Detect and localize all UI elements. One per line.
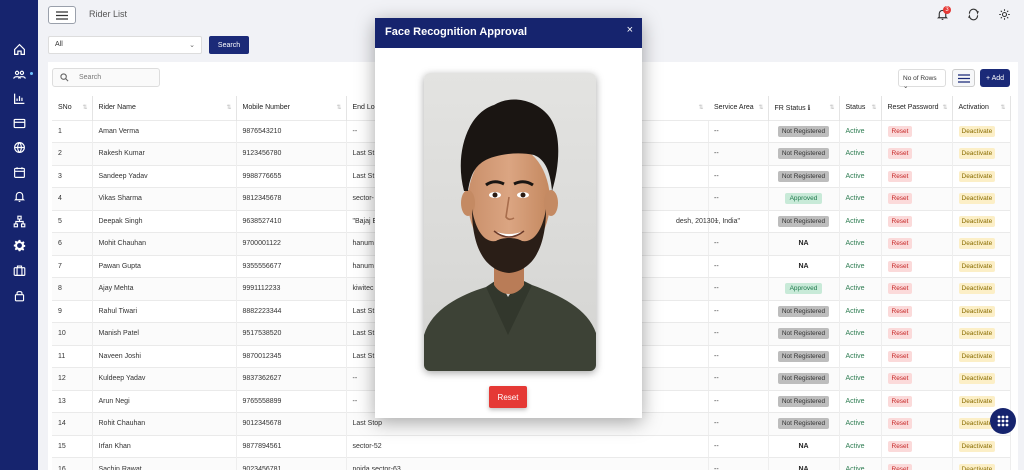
reset-face-button[interactable]: Reset — [489, 386, 527, 408]
grid-icon — [997, 415, 1009, 427]
face-recognition-modal: Face Recognition Approval × Reset — [375, 18, 642, 418]
modal-title: Face Recognition Approval — [385, 26, 528, 38]
apps-menu-button[interactable] — [990, 408, 1016, 434]
modal-header: Face Recognition Approval × — [375, 18, 642, 48]
close-icon[interactable]: × — [627, 24, 633, 36]
rider-face-photo — [424, 73, 596, 371]
